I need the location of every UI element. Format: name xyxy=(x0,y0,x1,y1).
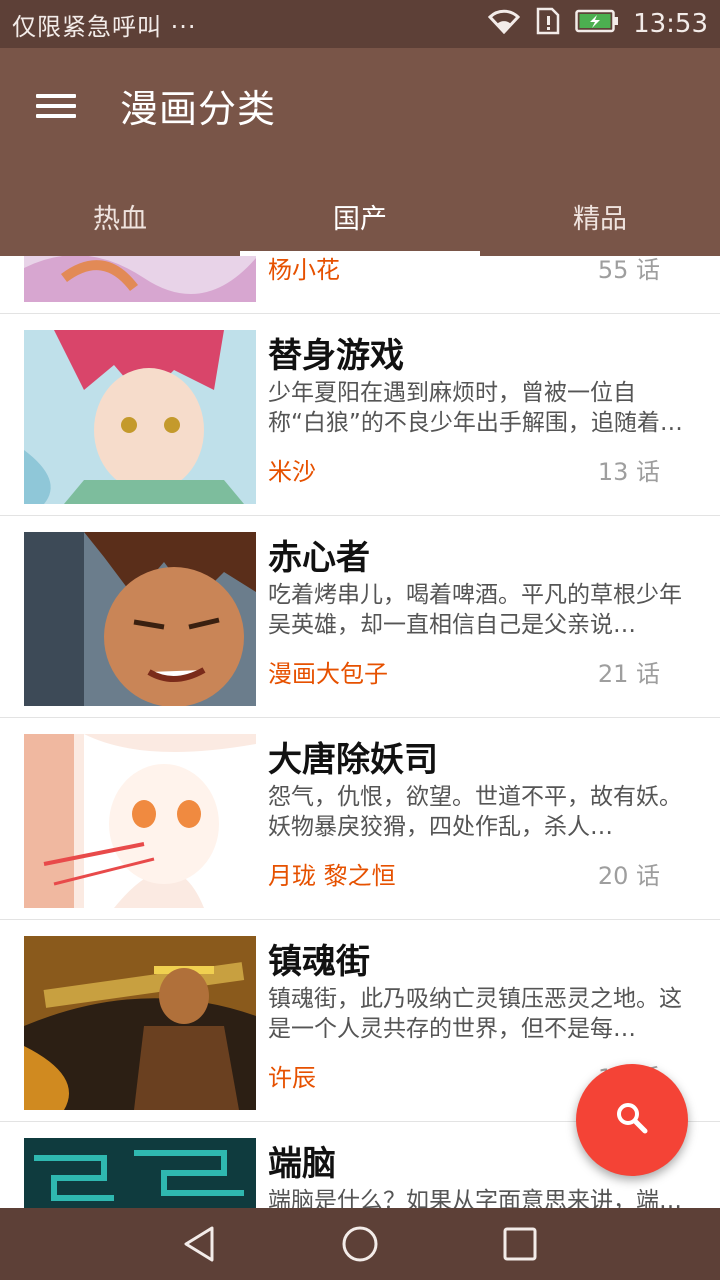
comic-title: 镇魂街 xyxy=(268,942,370,982)
status-bar: 仅限紧急呼叫 ··· 13:53 xyxy=(0,0,720,48)
search-fab-button[interactable] xyxy=(576,1064,688,1176)
comic-chapter-count: 55 话 xyxy=(597,256,660,284)
carrier-text: 仅限紧急呼叫 ··· xyxy=(12,12,197,41)
comic-title: 端脑 xyxy=(268,1144,336,1184)
list-item[interactable]: 替身游戏 少年夏阳在遇到麻烦时，曾被一位自称“白狼”的不良少年出手解围，追随着…… xyxy=(0,314,720,516)
tab-rexue[interactable]: 热血 xyxy=(0,176,240,256)
comic-description: 镇魂街，此乃吸纳亡灵镇压恶灵之地。这是一个人灵共存的世界，但不是每… xyxy=(268,986,682,1042)
tab-label: 国产 xyxy=(333,203,387,235)
comic-chapter-count: 13 话 xyxy=(597,458,660,486)
tab-guochan[interactable]: 国产 xyxy=(240,176,480,256)
comic-author: 米沙 xyxy=(268,458,316,486)
comic-title: 大唐除妖司 xyxy=(268,740,438,780)
list-item[interactable]: 大唐除妖司 怨气，仇恨，欲望。世道不平，故有妖。妖物暴戾狡猾，四处作乱，杀人… … xyxy=(0,718,720,920)
list-item[interactable]: 赤心者 吃着烤串儿，喝着啤酒。平凡的草根少年吴英雄，却一直相信自己是父亲说… 漫… xyxy=(0,516,720,718)
comic-description: 怨气，仇恨，欲望。世道不平，故有妖。妖物暴戾狡猾，四处作乱，杀人… xyxy=(268,784,682,840)
status-time: 13:53 xyxy=(633,9,708,39)
comic-title: 替身游戏 xyxy=(268,336,404,376)
app-bar: 漫画分类 热血 国产 精品 xyxy=(0,48,720,256)
battery-icon xyxy=(575,9,619,39)
screen: 仅限紧急呼叫 ··· 13:53 漫画分类 热血 国产 精品 杨小花 55 话 … xyxy=(0,0,720,1280)
comic-list[interactable]: 杨小花 55 话 替身游戏 少年夏阳在遇到麻烦时，曾被一位自称“白狼”的不良少年… xyxy=(0,256,720,1208)
comic-author: 月珑 黎之恒 xyxy=(268,862,396,890)
comic-author: 许辰 xyxy=(268,1064,316,1092)
list-item[interactable]: 杨小花 55 话 xyxy=(0,256,720,314)
tab-jingpin[interactable]: 精品 xyxy=(480,176,720,256)
tab-label: 热血 xyxy=(93,203,147,235)
circle-home-icon[interactable] xyxy=(330,1214,390,1274)
hamburger-menu-icon[interactable] xyxy=(36,90,76,122)
comic-cover xyxy=(24,734,256,908)
comic-cover xyxy=(24,256,256,302)
tab-bar: 热血 国产 精品 xyxy=(0,176,720,256)
status-icons: 13:53 xyxy=(487,7,708,41)
comic-author: 漫画大包子 xyxy=(268,660,388,688)
wifi-icon xyxy=(487,8,521,40)
sim-alert-icon xyxy=(535,7,561,41)
comic-description: 少年夏阳在遇到麻烦时，曾被一位自称“白狼”的不良少年出手解围，追随着… xyxy=(268,380,683,436)
comic-cover xyxy=(24,1138,256,1208)
comic-description: 端脑是什么？如果从字面意思来讲，端… xyxy=(268,1188,682,1208)
comic-cover xyxy=(24,936,256,1110)
tab-label: 精品 xyxy=(573,203,627,235)
system-nav-bar xyxy=(0,1208,720,1280)
comic-author: 杨小花 xyxy=(268,256,340,284)
square-recents-icon[interactable] xyxy=(490,1214,550,1274)
page-title: 漫画分类 xyxy=(120,87,277,131)
triangle-back-icon[interactable] xyxy=(170,1214,230,1274)
comic-description: 吃着烤串儿，喝着啤酒。平凡的草根少年吴英雄，却一直相信自己是父亲说… xyxy=(268,582,682,638)
comic-cover xyxy=(24,532,256,706)
search-icon xyxy=(615,1101,649,1139)
comic-title: 赤心者 xyxy=(268,538,370,578)
comic-cover xyxy=(24,330,256,504)
comic-chapter-count: 21 话 xyxy=(597,660,660,688)
comic-chapter-count: 20 话 xyxy=(597,862,660,890)
